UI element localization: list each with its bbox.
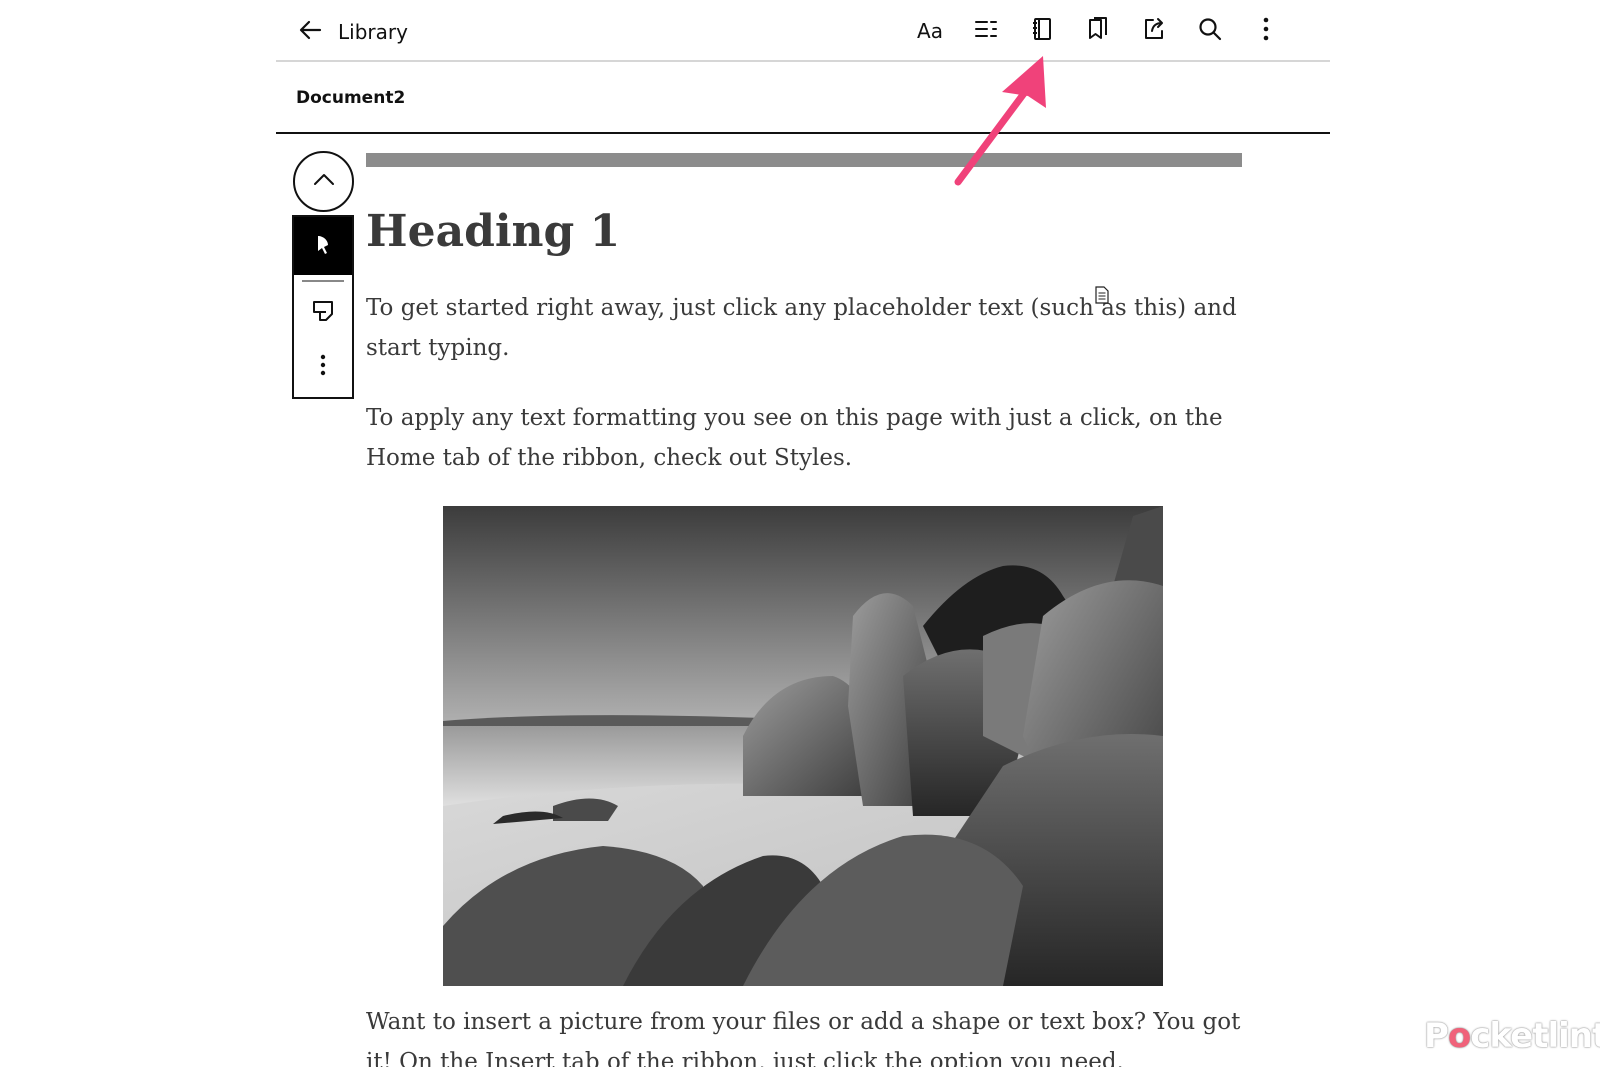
reading-progress-bar: [366, 153, 1242, 167]
document-title-bar: Document2: [276, 62, 1330, 134]
back-arrow-icon: [298, 17, 324, 47]
notebook-button[interactable]: [1024, 13, 1060, 49]
more-vertical-icon: [1253, 16, 1279, 46]
pen-tool-button[interactable]: [294, 217, 352, 275]
more-vertical-icon: [310, 352, 336, 382]
notebook-icon: [1029, 16, 1055, 46]
document-heading: Heading 1: [366, 206, 621, 257]
pocketlint-watermark-logo: Pocketlint: [1424, 1016, 1600, 1056]
annotation-tools-panel: [292, 215, 354, 399]
note-marker-icon[interactable]: [1095, 286, 1109, 304]
back-to-library-button[interactable]: Library: [298, 14, 408, 50]
more-options-button[interactable]: [1248, 13, 1284, 49]
back-label: Library: [338, 20, 408, 44]
scroll-up-button[interactable]: [293, 151, 354, 212]
search-icon: [1197, 16, 1223, 46]
text-settings-button[interactable]: Aa: [912, 13, 948, 49]
contents-button[interactable]: [968, 13, 1004, 49]
share-button[interactable]: [1136, 13, 1172, 49]
pen-icon: [310, 231, 336, 261]
share-icon: [1141, 16, 1167, 46]
top-toolbar: Library Aa: [276, 0, 1330, 62]
sticky-note-button[interactable]: [294, 287, 352, 339]
paragraph-1: To get started right away, just click an…: [366, 295, 1237, 361]
bookmarks-button[interactable]: [1080, 13, 1116, 49]
beach-rocks-photo: [443, 506, 1163, 986]
document-title: Document2: [296, 88, 406, 108]
reader-app: Library Aa Document2 Heading 1 To get st…: [0, 0, 1600, 1067]
font-settings-label: Aa: [917, 19, 943, 43]
paragraph-2: To apply any text formatting you see on …: [366, 405, 1223, 471]
paragraph-3: Want to insert a picture from your files…: [366, 1009, 1241, 1067]
panel-more-button[interactable]: [294, 341, 352, 393]
contents-icon: [973, 16, 999, 46]
search-button[interactable]: [1192, 13, 1228, 49]
sticky-note-icon: [310, 298, 336, 328]
panel-divider: [302, 280, 344, 282]
chevron-up-icon: [311, 167, 337, 197]
bookmarks-icon: [1085, 16, 1111, 46]
